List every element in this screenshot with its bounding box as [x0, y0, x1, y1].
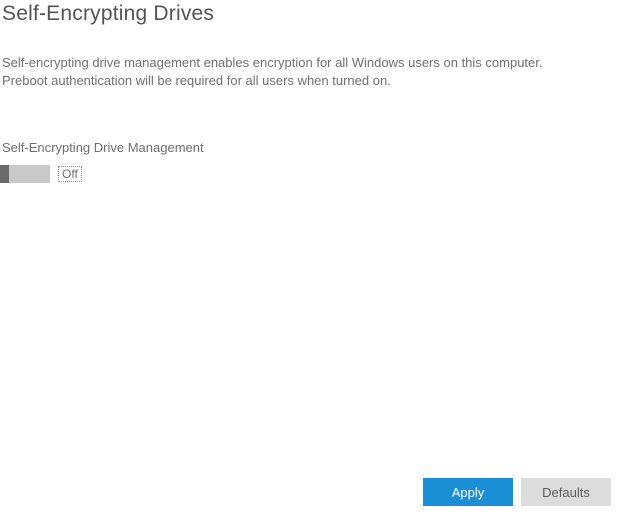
defaults-button[interactable]: Defaults [521, 478, 611, 506]
description-block: Self-encrypting drive management enables… [0, 26, 617, 90]
section-label: Self-Encrypting Drive Management [0, 90, 617, 155]
button-bar: Apply Defaults [423, 478, 611, 506]
page-title: Self-Encrypting Drives [0, 0, 617, 26]
toggle-row: Off [0, 155, 617, 183]
apply-button[interactable]: Apply [423, 478, 513, 506]
toggle-handle [0, 165, 9, 183]
toggle-status-label: Off [58, 166, 82, 182]
description-line-1: Self-encrypting drive management enables… [2, 54, 615, 72]
management-toggle[interactable] [0, 165, 50, 183]
description-line-2: Preboot authentication will be required … [2, 72, 615, 90]
